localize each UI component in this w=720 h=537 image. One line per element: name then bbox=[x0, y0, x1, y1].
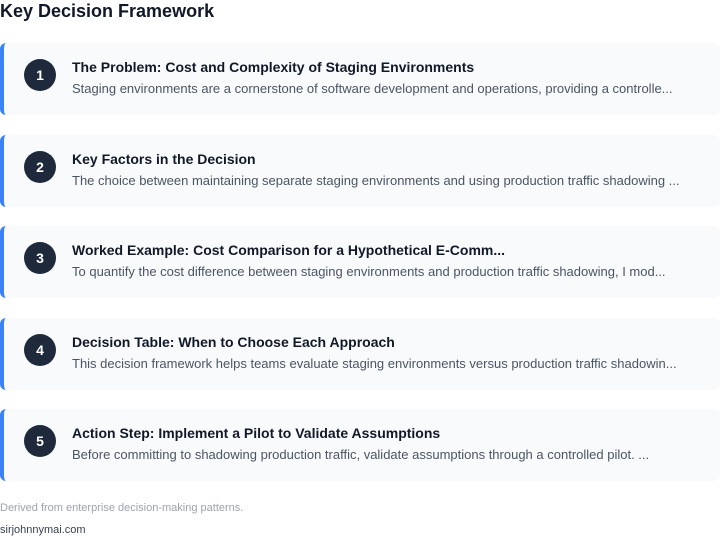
card-title: Decision Table: When to Choose Each Appr… bbox=[72, 333, 395, 350]
card-summary: Before committing to shadowing productio… bbox=[72, 447, 650, 462]
framework-card[interactable]: 1 The Problem: Cost and Complexity of St… bbox=[0, 43, 720, 115]
card-title: The Problem: Cost and Complexity of Stag… bbox=[72, 59, 475, 75]
card-summary: To quantify the cost difference between … bbox=[72, 264, 666, 279]
framework-card[interactable]: 5 Action Step: Implement a Pilot to Vali… bbox=[0, 409, 720, 481]
source-note: Derived from enterprise decision-making … bbox=[0, 502, 244, 514]
card-title: Action Step: Implement a Pilot to Valida… bbox=[72, 425, 441, 441]
card-summary: The choice between maintaining separate … bbox=[72, 172, 680, 188]
card-title: Key Factors in the Decision bbox=[72, 150, 256, 167]
framework-card-list: 1 The Problem: Cost and Complexity of St… bbox=[0, 43, 720, 501]
step-number-badge: 5 bbox=[24, 425, 56, 457]
card-summary: This decision framework helps teams eval… bbox=[72, 355, 677, 371]
step-number-badge: 3 bbox=[24, 242, 56, 274]
step-number-badge: 2 bbox=[24, 150, 56, 183]
framework-card[interactable]: 3 Worked Example: Cost Comparison for a … bbox=[0, 226, 720, 298]
framework-card[interactable]: 4 Decision Table: When to Choose Each Ap… bbox=[0, 317, 720, 390]
decision-framework-page: Key Decision Framework 1 The Problem: Co… bbox=[0, 0, 720, 537]
step-number-badge: 1 bbox=[24, 59, 56, 91]
card-title: Worked Example: Cost Comparison for a Hy… bbox=[72, 242, 506, 258]
step-number-badge: 4 bbox=[24, 333, 56, 366]
page-title: Key Decision Framework bbox=[0, 1, 215, 21]
site-credit: sirjohnnymai.com bbox=[0, 524, 86, 536]
card-summary: Staging environments are a cornerstone o… bbox=[72, 81, 673, 96]
framework-card[interactable]: 2 Key Factors in the Decision The choice… bbox=[0, 134, 720, 207]
